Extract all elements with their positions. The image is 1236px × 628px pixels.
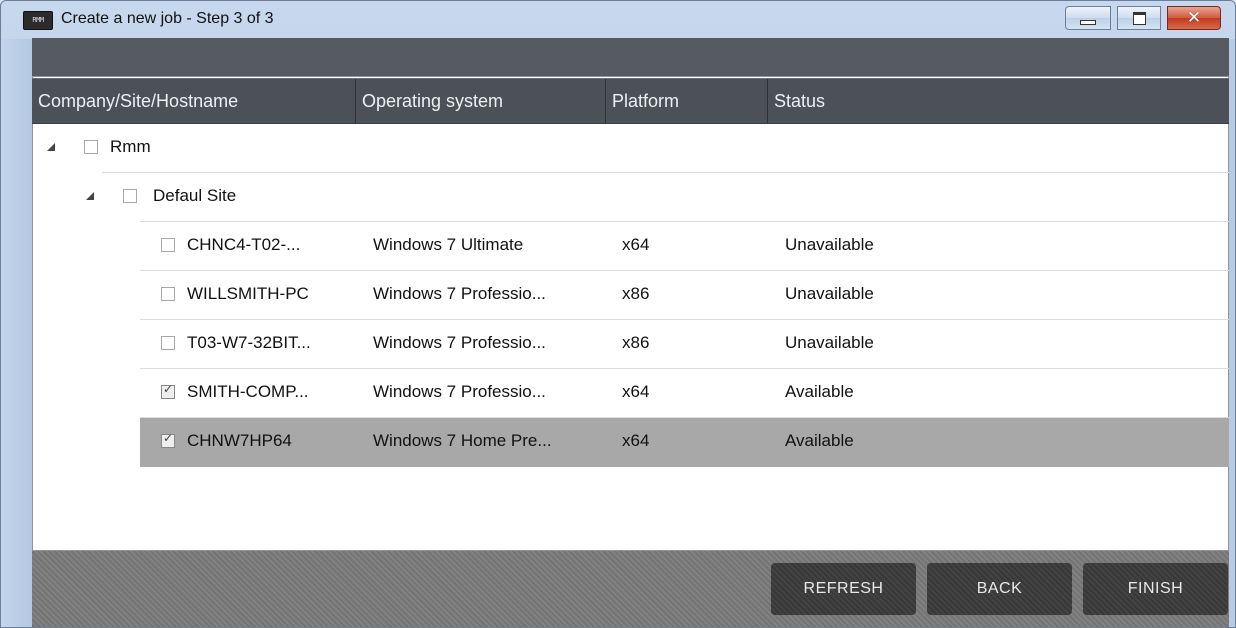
status-cell: Unavailable — [785, 235, 874, 254]
column-header-status[interactable]: Status — [768, 79, 1229, 123]
host-checkbox[interactable] — [161, 431, 175, 448]
expand-collapse-icon[interactable] — [86, 192, 94, 200]
title-bar[interactable]: RMM Create a new job - Step 3 of 3 ✕ — [1, 1, 1235, 39]
window-title: Create a new job - Step 3 of 3 — [61, 10, 274, 27]
wizard-footer: REFRESH BACK FINISH — [32, 551, 1229, 627]
platform-cell: x86 — [622, 333, 650, 352]
hostname-cell: T03-W7-32BIT... — [187, 333, 311, 352]
maximize-button[interactable] — [1117, 6, 1161, 30]
platform-cell: x64 — [622, 235, 650, 254]
maximize-icon — [1132, 11, 1146, 25]
back-button[interactable]: BACK — [927, 563, 1072, 615]
host-checkbox[interactable] — [161, 287, 175, 301]
refresh-button[interactable]: REFRESH — [771, 563, 916, 615]
table-row[interactable]: T03-W7-32BIT... Windows 7 Professio... x86… — [32, 320, 1229, 369]
finish-button[interactable]: FINISH — [1083, 563, 1228, 615]
host-checkbox[interactable] — [161, 336, 175, 350]
tree-row-site[interactable]: Defaul Site — [32, 173, 1229, 222]
app-icon: RMM — [23, 11, 53, 30]
site-checkbox[interactable] — [123, 189, 137, 203]
os-cell: Windows 7 Professio... — [373, 333, 546, 352]
table-row[interactable]: CHNC4-T02-... Windows 7 Ultimate x64 Unavai… — [32, 222, 1229, 271]
column-header-os[interactable]: Operating system — [356, 79, 606, 123]
status-cell: Available — [785, 382, 854, 401]
tree-row-company[interactable]: Rmm — [32, 124, 1229, 173]
window-left-border — [1, 39, 32, 627]
status-cell: Available — [785, 431, 854, 450]
host-checkbox[interactable] — [161, 382, 175, 399]
os-cell: Windows 7 Home Pre... — [373, 431, 552, 450]
site-name: Defaul Site — [153, 186, 237, 205]
table-header: Company/Site/Hostname Operating system P… — [32, 78, 1229, 124]
table-row[interactable]: CHNW7HP64 Windows 7 Home Pre... x64 Availab… — [32, 418, 1229, 467]
column-header-hostname[interactable]: Company/Site/Hostname — [32, 79, 356, 123]
status-cell: Unavailable — [785, 333, 874, 352]
table-row[interactable]: WILLSMITH-PC Windows 7 Professio... x86 Una… — [32, 271, 1229, 320]
window-right-border — [1229, 39, 1235, 627]
status-cell: Unavailable — [785, 284, 874, 303]
expand-collapse-icon[interactable] — [47, 143, 55, 151]
minimize-button[interactable] — [1065, 6, 1111, 30]
hostname-cell: SMITH-COMP... — [187, 382, 309, 401]
minimize-icon — [1080, 19, 1096, 25]
column-header-platform[interactable]: Platform — [606, 79, 768, 123]
os-cell: Windows 7 Professio... — [373, 284, 546, 303]
hostname-cell: CHNW7HP64 — [187, 431, 292, 450]
selection-highlight — [140, 418, 1229, 467]
job-wizard-window: RMM Create a new job - Step 3 of 3 ✕ Com… — [0, 0, 1236, 628]
company-name: Rmm — [110, 137, 151, 156]
table-row[interactable]: SMITH-COMP... Windows 7 Professio... x64 Av… — [32, 369, 1229, 418]
header-band — [32, 38, 1229, 78]
platform-cell: x64 — [622, 431, 650, 450]
company-checkbox[interactable] — [84, 140, 98, 154]
platform-cell: x86 — [622, 284, 650, 303]
host-checkbox[interactable] — [161, 238, 175, 252]
platform-cell: x64 — [622, 382, 650, 401]
os-cell: Windows 7 Professio... — [373, 382, 546, 401]
hostname-cell: WILLSMITH-PC — [187, 284, 309, 303]
os-cell: Windows 7 Ultimate — [373, 235, 524, 254]
close-icon: ✕ — [1186, 8, 1202, 28]
hostname-cell: CHNC4-T02-... — [187, 235, 301, 254]
close-button[interactable]: ✕ — [1167, 6, 1221, 30]
